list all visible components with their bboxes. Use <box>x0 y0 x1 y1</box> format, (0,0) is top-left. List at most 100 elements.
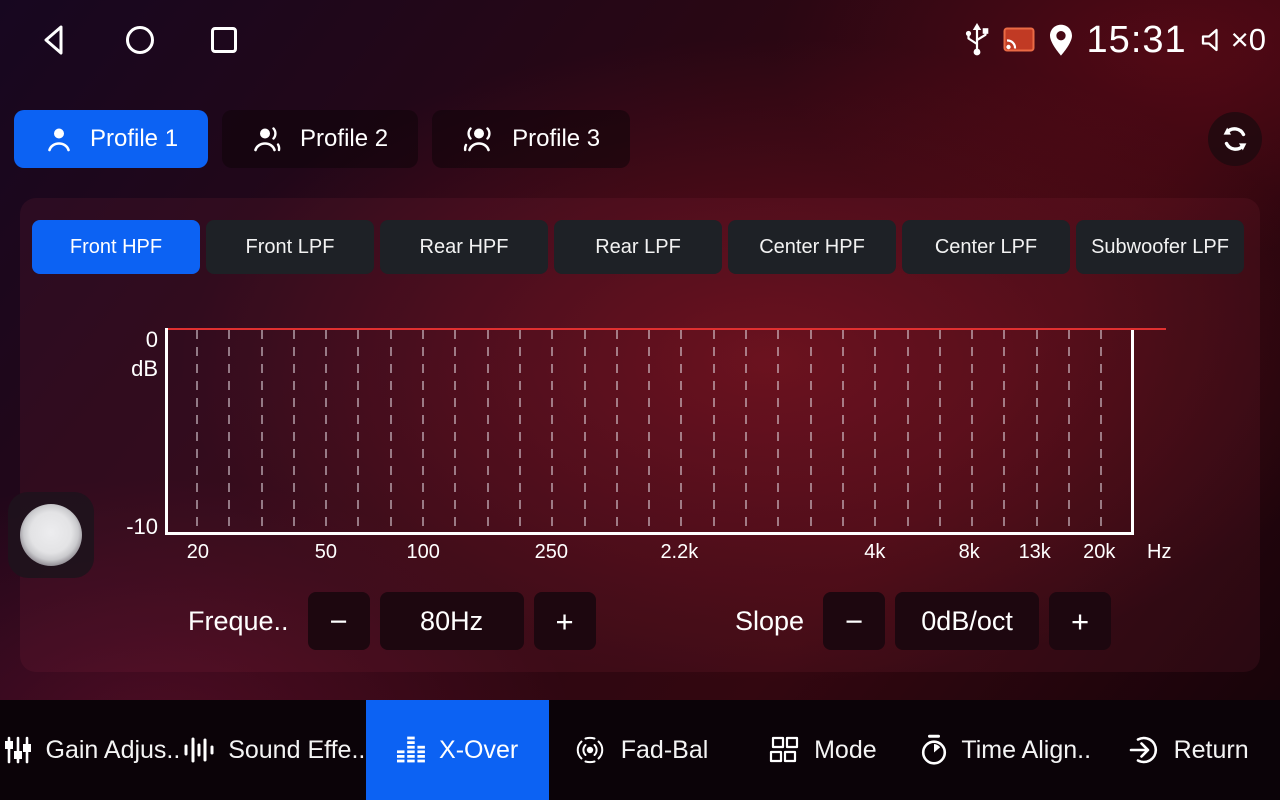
return-arrow-icon <box>1129 734 1161 766</box>
chart-gridline <box>1036 330 1038 532</box>
chart-gridline <box>777 330 779 532</box>
crossover-panel: Front HPF Front LPF Rear HPF Rear LPF Ce… <box>20 198 1260 672</box>
profile-label: Profile 3 <box>512 125 600 153</box>
frequency-label: Freque.. <box>188 606 289 637</box>
chart-plot: Hz 20501002502.2k4k8k13k20k <box>165 328 1134 535</box>
chart-x-tick: 20 <box>187 541 209 564</box>
volume-mute-icon <box>1199 25 1229 55</box>
chart-gridline <box>519 330 521 532</box>
nav-label: Time Align.. <box>961 736 1091 765</box>
clock: 15:31 <box>1087 19 1187 62</box>
chart-gridline <box>584 330 586 532</box>
chart-gridline <box>357 330 359 532</box>
home-button[interactable] <box>122 22 158 58</box>
knob-icon <box>20 504 82 566</box>
fader-balance-icon <box>572 735 608 765</box>
gain-sliders-icon <box>3 735 33 765</box>
slope-plus-button[interactable]: + <box>1049 592 1111 650</box>
nav-return[interactable]: Return <box>1097 700 1280 800</box>
nav-time-align[interactable]: Time Align.. <box>914 700 1097 800</box>
floating-knob-button[interactable] <box>8 492 94 578</box>
tab-front-hpf[interactable]: Front HPF <box>32 220 200 274</box>
nav-sound-effect[interactable]: Sound Effe.. <box>183 700 366 800</box>
person-icon <box>462 124 496 154</box>
status-indicators: 15:31 ×0 <box>963 0 1266 80</box>
nav-mode[interactable]: Mode <box>731 700 914 800</box>
tab-subwoofer-lpf[interactable]: Subwoofer LPF <box>1076 220 1244 274</box>
tab-rear-hpf[interactable]: Rear HPF <box>380 220 548 274</box>
chart-y-tick-0: 0 <box>116 327 158 353</box>
chart-gridline <box>454 330 456 532</box>
profile-3-button[interactable]: Profile 3 <box>432 110 630 168</box>
tab-rear-lpf[interactable]: Rear LPF <box>554 220 722 274</box>
chart-gridline <box>1003 330 1005 532</box>
head-unit-screen: 15:31 ×0 Profile 1 Profil <box>0 0 1280 800</box>
mode-grid-icon <box>769 736 801 764</box>
nav-fad-bal[interactable]: Fad-Bal <box>549 700 732 800</box>
profile-label: Profile 1 <box>90 125 178 153</box>
nav-label: Mode <box>814 736 877 765</box>
slope-value: 0dB/oct <box>895 592 1039 650</box>
chart-y-tick-neg10: -10 <box>112 514 158 540</box>
refresh-button[interactable] <box>1208 112 1262 166</box>
chart-gridline <box>907 330 909 532</box>
filter-tabs: Front HPF Front LPF Rear HPF Rear LPF Ce… <box>32 220 1244 274</box>
usb-icon <box>963 21 991 59</box>
chart-x-tick: 13k <box>1019 541 1051 564</box>
sound-wave-icon <box>183 735 215 765</box>
nav-label: Return <box>1174 736 1249 765</box>
android-nav-buttons <box>38 0 242 80</box>
frequency-value: 80Hz <box>380 592 524 650</box>
nav-x-over[interactable]: X-Over <box>366 700 549 800</box>
tab-center-lpf[interactable]: Center LPF <box>902 220 1070 274</box>
refresh-icon <box>1220 124 1250 154</box>
profile-tabs: Profile 1 Profile 2 Profile 3 <box>14 110 630 168</box>
location-icon <box>1047 23 1075 57</box>
equalizer-bars-icon <box>396 735 426 765</box>
tab-front-lpf[interactable]: Front LPF <box>206 220 374 274</box>
chart-x-tick: 100 <box>407 541 440 564</box>
chart-gridline <box>939 330 941 532</box>
person-icon <box>44 124 74 154</box>
chart-gridline <box>745 330 747 532</box>
recents-button[interactable] <box>206 22 242 58</box>
chart-gridline <box>1068 330 1070 532</box>
nav-gain-adjust[interactable]: Gain Adjus.. <box>0 700 183 800</box>
chart-gridline <box>971 330 973 532</box>
tab-center-hpf[interactable]: Center HPF <box>728 220 896 274</box>
slope-minus-button[interactable]: − <box>823 592 885 650</box>
chart-x-tick: 4k <box>864 541 885 564</box>
person-icon <box>252 124 284 154</box>
back-button[interactable] <box>38 22 74 58</box>
frequency-minus-button[interactable]: − <box>308 592 370 650</box>
frequency-control: Freque.. − 80Hz + <box>188 592 596 650</box>
profile-label: Profile 2 <box>300 125 388 153</box>
chart-x-tick: 50 <box>315 541 337 564</box>
chart-x-axis-unit: Hz <box>1147 541 1171 564</box>
profile-2-button[interactable]: Profile 2 <box>222 110 418 168</box>
chart-series-line <box>168 328 1166 330</box>
chart-gridline <box>648 330 650 532</box>
slope-control: Slope − 0dB/oct + <box>735 592 1111 650</box>
chart-x-tick: 2.2k <box>660 541 698 564</box>
chart-gridline <box>551 330 553 532</box>
chart-gridline <box>713 330 715 532</box>
chart-gridline <box>616 330 618 532</box>
bottom-navigation: Gain Adjus.. Sound Effe.. X-Over <box>0 700 1280 800</box>
chart-gridline <box>842 330 844 532</box>
cast-icon <box>1003 27 1035 53</box>
frequency-plus-button[interactable]: + <box>534 592 596 650</box>
chart-gridline <box>261 330 263 532</box>
chart-x-tick: 20k <box>1083 541 1115 564</box>
nav-label: Fad-Bal <box>621 736 709 765</box>
chart-gridline <box>390 330 392 532</box>
nav-label: Gain Adjus.. <box>46 736 181 765</box>
chart-gridline <box>487 330 489 532</box>
profile-1-button[interactable]: Profile 1 <box>14 110 208 168</box>
slope-label: Slope <box>735 606 804 637</box>
chart-gridline <box>680 330 682 532</box>
chart-x-tick: 8k <box>959 541 980 564</box>
chart-gridline <box>1100 330 1102 532</box>
chart-gridline <box>422 330 424 532</box>
nav-label: X-Over <box>439 736 518 765</box>
